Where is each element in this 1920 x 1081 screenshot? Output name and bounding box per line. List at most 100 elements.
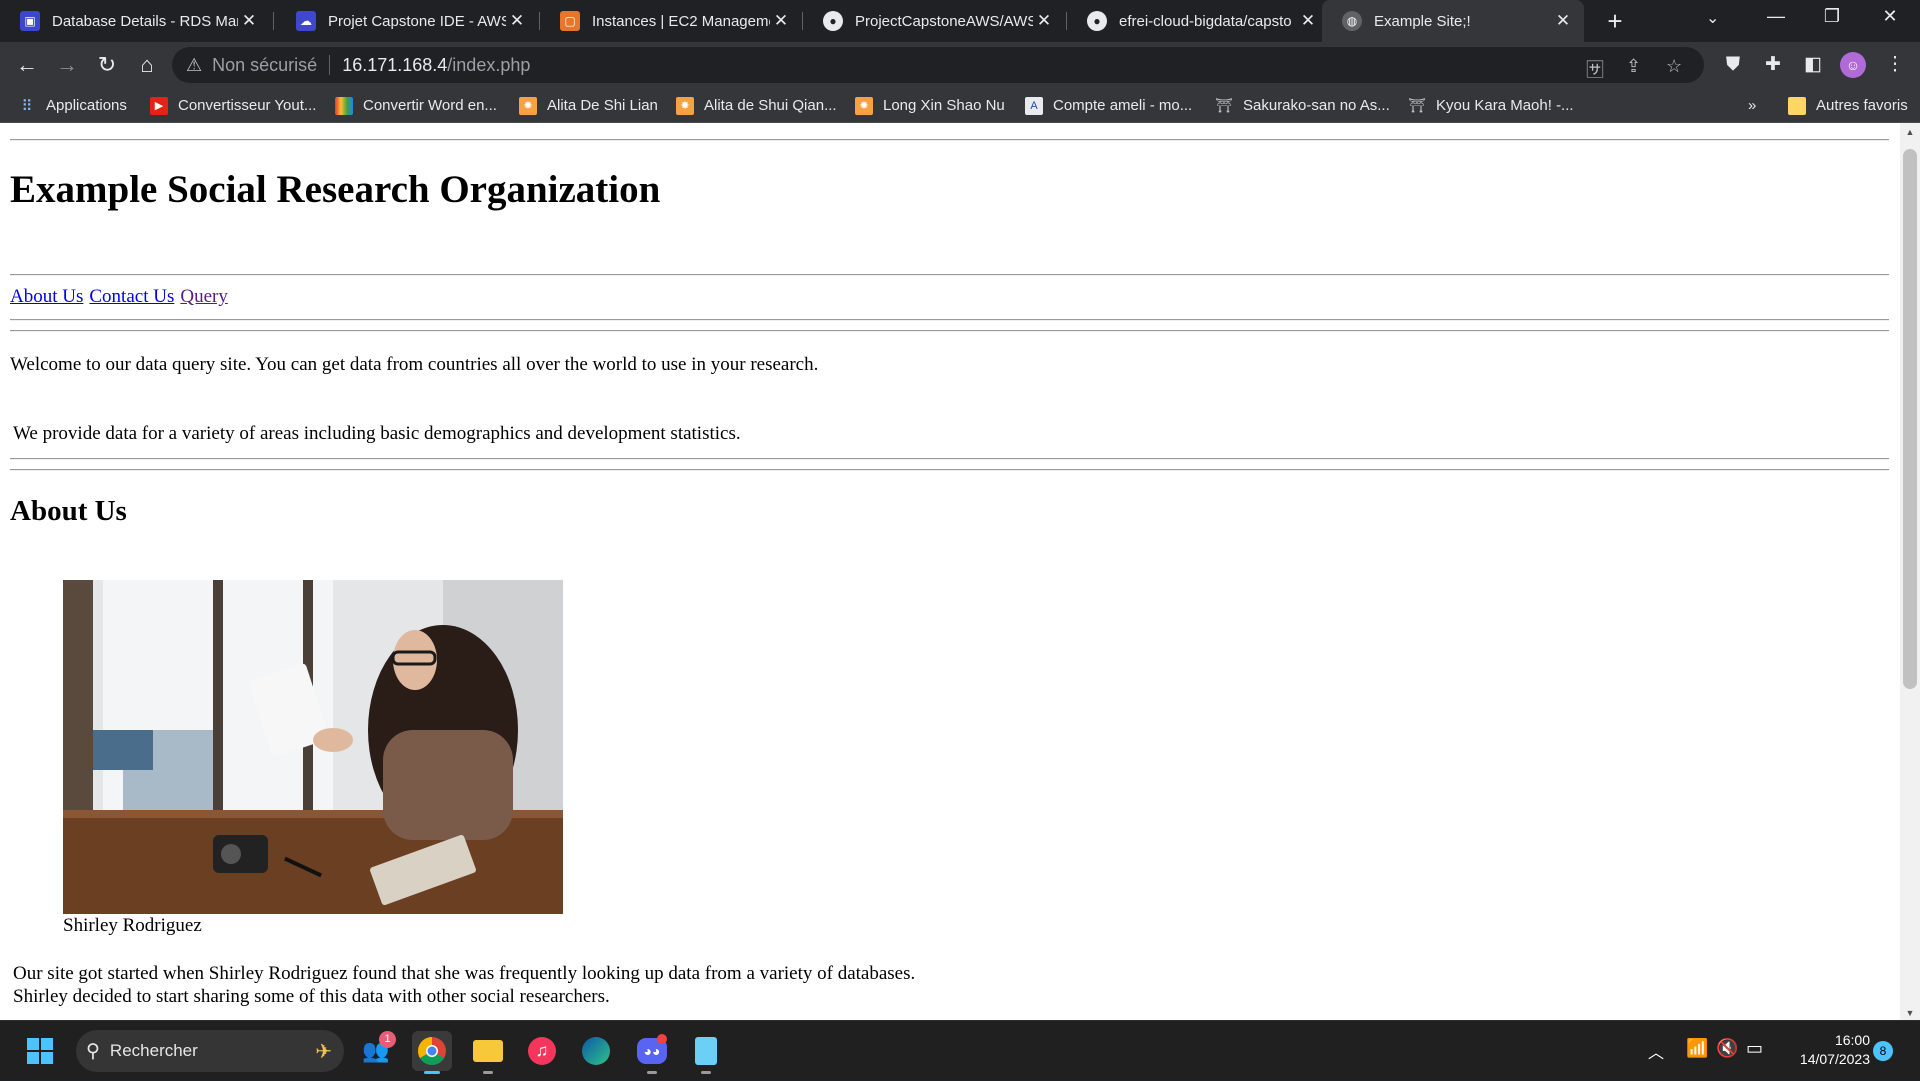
ameli-icon: A: [1025, 96, 1043, 115]
folder-icon: [473, 1040, 503, 1062]
cloud9-icon: ☁: [296, 11, 316, 31]
restore-button[interactable]: ❐: [1812, 6, 1852, 27]
warning-icon[interactable]: ⚠: [186, 55, 202, 76]
avatar[interactable]: ☺: [1840, 52, 1866, 78]
nav-link-about[interactable]: About Us: [10, 286, 83, 307]
nav-link-query[interactable]: Query: [180, 286, 227, 307]
start-button[interactable]: [20, 1031, 60, 1071]
clock[interactable]: 16:00 14/07/2023: [1780, 1031, 1870, 1069]
bookmark-long-xin[interactable]: ✸ Long Xin Shao Nu: [855, 88, 1005, 123]
welcome-text: Welcome to our data query site. You can …: [10, 354, 819, 375]
folder-icon: [1788, 96, 1806, 115]
active-indicator: [424, 1071, 440, 1074]
close-icon[interactable]: ✕: [238, 11, 260, 31]
page-viewport: Example Social Research Organization Abo…: [0, 123, 1920, 1020]
tab-title: Example Site;!: [1374, 12, 1471, 30]
edge-app[interactable]: [576, 1031, 616, 1071]
scroll-down-icon[interactable]: ▼: [1900, 1008, 1920, 1018]
tab-rds[interactable]: ▣ Database Details - RDS Mar ✕: [0, 0, 270, 42]
sunburst-icon: ✸: [855, 96, 873, 115]
profile-photo: [63, 580, 563, 914]
bookmark-alita-1[interactable]: ✸ Alita De Shi Lian: [519, 88, 658, 123]
discord-app[interactable]: ◕◕: [632, 1031, 672, 1074]
converter-icon: [335, 96, 353, 115]
gate-icon: ⛩: [1408, 97, 1426, 113]
muted-speaker-icon[interactable]: 🔇: [1716, 1038, 1738, 1059]
bookmark-ameli[interactable]: A Compte ameli - mo...: [1025, 88, 1192, 123]
notification-badge: 1: [379, 1031, 396, 1048]
tab-title: Instances | EC2 Managemer: [592, 12, 770, 30]
back-button[interactable]: ←: [12, 50, 42, 80]
close-icon[interactable]: ✕: [770, 11, 792, 31]
file-explorer-app[interactable]: [468, 1031, 508, 1074]
menu-icon[interactable]: ⋮: [1880, 50, 1910, 80]
bookmarks-overflow-button[interactable]: »: [1748, 88, 1756, 123]
battery-icon[interactable]: ▭: [1746, 1038, 1763, 1059]
photo-caption: Shirley Rodriguez: [63, 915, 202, 936]
extensions-icon[interactable]: ✚: [1758, 50, 1788, 80]
address-bar[interactable]: ⚠ Non sécurisé 16.171.168.4 /index.php 🈂…: [172, 47, 1704, 83]
close-icon[interactable]: ✕: [1552, 11, 1574, 31]
taskbar-search[interactable]: ⚲ Rechercher ✈: [76, 1030, 344, 1072]
music-app[interactable]: ♫: [522, 1031, 562, 1071]
ec2-icon: ▢: [560, 11, 580, 31]
close-icon[interactable]: ✕: [1033, 11, 1055, 31]
people-app[interactable]: 👥 1: [356, 1031, 396, 1071]
scrollbar[interactable]: ▲ ▼: [1900, 123, 1920, 1020]
windows-icon: [27, 1038, 53, 1064]
chevron-down-icon[interactable]: ⌄: [1706, 8, 1719, 28]
chrome-app[interactable]: [412, 1031, 452, 1074]
notepad-app[interactable]: [686, 1031, 726, 1074]
forward-button[interactable]: →: [52, 50, 82, 80]
tab-example-site[interactable]: ◍ Example Site;! ✕: [1322, 0, 1584, 42]
edge-icon: [582, 1037, 610, 1065]
tab-github-2[interactable]: ● efrei-cloud-bigdata/capsto ✕: [1067, 0, 1329, 42]
minimize-button[interactable]: —: [1756, 6, 1796, 27]
notification-count[interactable]: 8: [1873, 1041, 1893, 1061]
apps-grid-icon: ⠿: [21, 97, 33, 115]
tab-title: Projet Capstone IDE - AWS: [328, 12, 506, 30]
bookmark-kyou-kara[interactable]: ⛩ Kyou Kara Maoh! -...: [1408, 88, 1574, 123]
reload-button[interactable]: ↻: [92, 50, 122, 80]
tab-title: Database Details - RDS Mar: [52, 12, 238, 30]
bookmark-convertisseur[interactable]: ▶ Convertisseur Yout...: [150, 88, 316, 123]
scroll-up-icon[interactable]: ▲: [1900, 127, 1920, 137]
sunburst-icon: ✸: [519, 96, 537, 115]
tab-separator: [273, 12, 274, 30]
tab-strip: ▣ Database Details - RDS Mar ✕ ☁ Projet …: [0, 0, 1920, 42]
browser-toolbar: ← → ↻ ⌂ ⚠ Non sécurisé 16.171.168.4 /ind…: [0, 42, 1920, 88]
bookmark-alita-2[interactable]: ✸ Alita de Shui Qian...: [676, 88, 837, 123]
url-host: 16.171.168.4: [342, 54, 448, 75]
new-tab-button[interactable]: +: [1600, 6, 1630, 36]
share-icon[interactable]: ⇪: [1626, 56, 1641, 77]
close-window-button[interactable]: ✕: [1870, 6, 1910, 27]
chevron-up-icon[interactable]: ︿: [1648, 1039, 1664, 1063]
tab-ec2[interactable]: ▢ Instances | EC2 Managemer ✕: [540, 0, 802, 42]
nav-link-contact[interactable]: Contact Us: [89, 286, 174, 307]
other-bookmarks[interactable]: Autres favoris: [1788, 88, 1908, 123]
bookmark-label: Alita de Shui Qian...: [704, 97, 837, 114]
translate-icon[interactable]: 🈂: [1586, 56, 1604, 82]
ublock-icon[interactable]: ⛊: [1718, 50, 1748, 80]
tab-github-1[interactable]: ● ProjectCapstoneAWS/AWSL ✕: [803, 0, 1065, 42]
divider: [329, 55, 331, 75]
bookmark-label: Kyou Kara Maoh! -...: [1436, 97, 1574, 114]
close-icon[interactable]: ✕: [1297, 11, 1319, 31]
bookmark-applications[interactable]: ⠿ Applications: [18, 88, 127, 123]
side-panel-icon[interactable]: ◧: [1798, 50, 1828, 80]
tab-cloud9[interactable]: ☁ Projet Capstone IDE - AWS ✕: [276, 0, 538, 42]
close-icon[interactable]: ✕: [506, 11, 528, 31]
site-nav: About Us Contact Us Query: [10, 286, 234, 308]
bookmark-star-icon[interactable]: ☆: [1666, 56, 1682, 77]
bookmark-label: Compte ameli - mo...: [1053, 97, 1193, 114]
globe-icon: ◍: [1342, 11, 1362, 31]
bookmark-sakurako[interactable]: ⛩ Sakurako-san no As...: [1215, 88, 1390, 123]
scrollbar-thumb[interactable]: [1903, 149, 1917, 689]
bookmark-word[interactable]: Convertir Word en...: [335, 88, 497, 123]
bookmark-label: Long Xin Shao Nu: [883, 97, 1005, 114]
rds-icon: ▣: [20, 11, 40, 31]
wifi-icon[interactable]: 📶: [1686, 1038, 1708, 1059]
story-line: Shirley decided to start sharing some of…: [13, 986, 610, 1007]
divider: [10, 319, 1889, 321]
home-button[interactable]: ⌂: [132, 50, 162, 80]
